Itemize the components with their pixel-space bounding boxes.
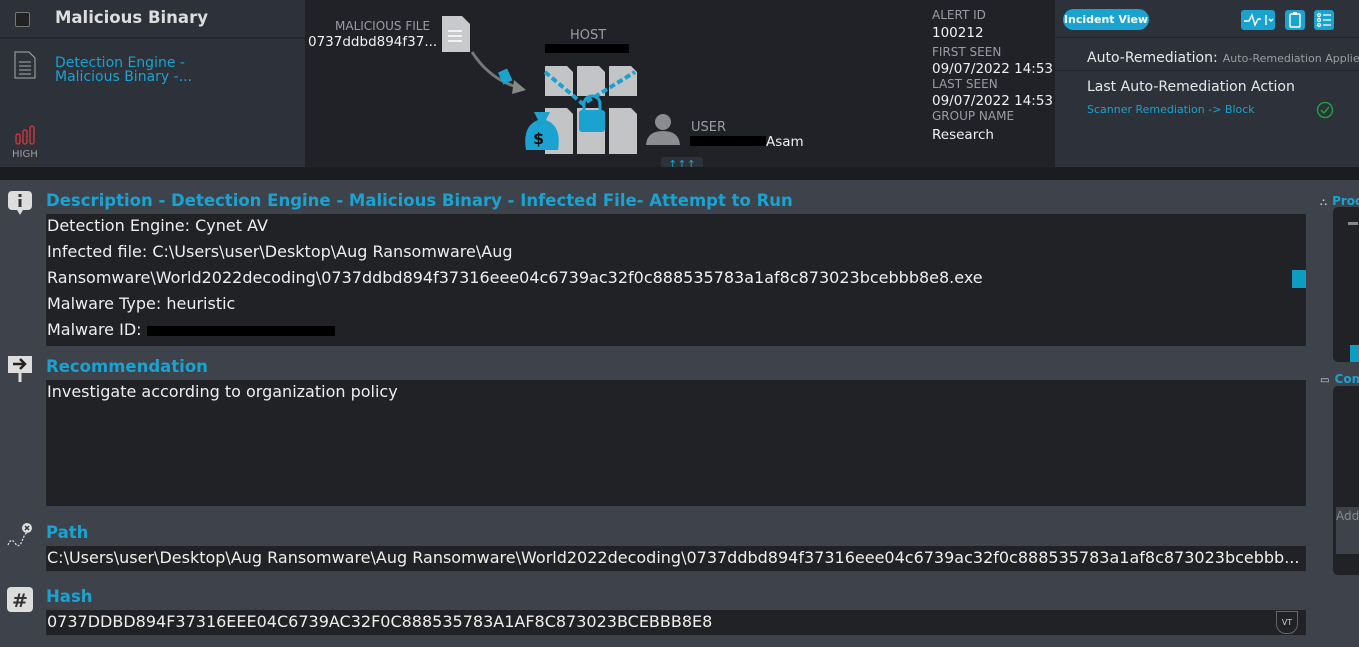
separator: [0, 167, 1359, 180]
process-tree-icon: ⛬: [1320, 197, 1327, 208]
process-tree-box: [1333, 207, 1359, 362]
comment-icon: ▭: [1320, 375, 1330, 386]
infection-arrow-icon: [470, 51, 526, 94]
alert-summary-panel: Malicious Binary Detection Engine - Mali…: [0, 0, 305, 167]
malicious-file-label: MALICIOUS FILE: [335, 19, 431, 33]
incident-view-button[interactable]: Incident View: [1063, 9, 1149, 30]
user-label: USER: [691, 120, 727, 135]
comment-input[interactable]: Add: [1336, 507, 1359, 554]
group-name-label: GROUP NAME: [932, 109, 1015, 123]
malware-id-redacted: [146, 325, 335, 336]
path-text[interactable]: C:\Users\user\Desktop\Aug Ransomware\Aug…: [47, 546, 1306, 572]
hash-box: 0737DDBD894F37316EEE04C6739AC32F0C888535…: [46, 610, 1306, 635]
recommendation-icon: [8, 356, 32, 382]
svg-text:$: $: [533, 129, 544, 148]
description-line: Malware ID:: [47, 318, 1306, 344]
auto-remediation-label: Auto-Remediation:: [1087, 50, 1218, 66]
path-box: C:\Users\user\Desktop\Aug Ransomware\Aug…: [46, 546, 1306, 571]
checklist-button[interactable]: [1314, 10, 1334, 30]
description-box: Detection Engine: Cynet AV Infected file…: [46, 214, 1306, 346]
last-action-link[interactable]: Scanner Remediation -> Block: [1087, 103, 1255, 116]
alert-subtitle-link[interactable]: Detection Engine - Malicious Binary -...: [55, 56, 205, 84]
clipboard-icon: [1289, 12, 1301, 28]
recommendation-title: Recommendation: [46, 357, 208, 376]
host-value-redacted: [545, 44, 629, 53]
activity-pulse-icon: [1244, 13, 1274, 27]
hash-text[interactable]: 0737DDBD894F37316EEE04C6739AC32F0C888535…: [47, 610, 1306, 636]
user-value-redacted: [690, 136, 766, 146]
virustotal-label: VT: [1281, 618, 1293, 627]
hash-title: Hash: [46, 587, 93, 606]
scrollbar-thumb[interactable]: [1350, 345, 1359, 362]
host-label: HOST: [570, 28, 607, 43]
attack-flow-panel: MALICIOUS FILE 0737ddbd894f37... HOST $ …: [305, 0, 1055, 172]
description-line: Malware Type: heuristic: [47, 294, 236, 313]
user-value: Asam: [766, 134, 804, 150]
description-line: Infected file: C:\Users\user\Desktop\Aug…: [47, 242, 513, 261]
comments-box: Add: [1333, 386, 1359, 575]
checklist-icon: [1316, 12, 1331, 28]
info-icon: [8, 191, 32, 215]
malicious-file-value[interactable]: 0737ddbd894f37...: [308, 34, 437, 50]
description-line: Ransomware\World2022decoding\0737ddbd894…: [47, 268, 983, 287]
auto-remediation-value: Auto-Remediation Applied: [1222, 52, 1359, 65]
clipboard-button[interactable]: [1285, 10, 1305, 30]
comments-header: ▭ Com: [1320, 368, 1359, 387]
divider: [1055, 37, 1359, 38]
description-line: Detection Engine: Cynet AV: [47, 216, 268, 235]
comments-title: Com: [1334, 372, 1359, 386]
path-title: Path: [46, 523, 89, 542]
last-action-title: Last Auto-Remediation Action: [1087, 79, 1295, 95]
severity-label: HIGH: [12, 149, 38, 160]
alert-id-label: ALERT ID: [932, 8, 986, 22]
first-seen-value: 09/07/2022 14:53: [932, 61, 1054, 77]
description-title: Description - Detection Engine - Malicio…: [46, 191, 793, 210]
divider: [1055, 70, 1359, 71]
alert-title: Malicious Binary: [55, 8, 208, 27]
hash-icon: #: [7, 587, 33, 612]
activity-dropdown-button[interactable]: [1241, 10, 1275, 30]
alert-id-value: 100212: [932, 25, 984, 41]
svg-text:#: #: [12, 590, 28, 612]
minimize-icon[interactable]: [1348, 222, 1358, 225]
recommendation-box: Investigate according to organization po…: [46, 380, 1306, 506]
group-name-value: Research: [932, 127, 994, 143]
last-seen-label: LAST SEEN: [932, 77, 998, 91]
alert-meta: ALERT ID 100212 FIRST SEEN 09/07/2022 14…: [932, 8, 1053, 143]
path-icon: [7, 523, 32, 547]
auto-remediation-status: Auto-Remediation: Auto-Remediation Appli…: [1087, 47, 1359, 66]
process-tree-title: Proc: [1332, 194, 1359, 208]
malware-id-label: Malware ID:: [47, 320, 147, 339]
recommendation-text: Investigate according to organization po…: [47, 382, 398, 401]
ransomware-locked-files-icon: $: [525, 66, 637, 154]
last-seen-value: 09/07/2022 14:53: [932, 93, 1054, 109]
first-seen-label: FIRST SEEN: [932, 45, 1002, 59]
scrollbar-thumb[interactable]: [1292, 270, 1306, 288]
select-checkbox[interactable]: [15, 12, 30, 27]
remediation-panel: Incident View Auto-Remediation: Auto-Rem…: [1055, 0, 1359, 167]
file-icon: [442, 16, 470, 52]
user-avatar-icon: [646, 114, 680, 145]
virustotal-button[interactable]: VT: [1276, 611, 1298, 634]
severity-high-icon: [15, 125, 35, 145]
comment-placeholder: Add: [1336, 509, 1359, 523]
document-icon: [14, 51, 36, 79]
success-check-icon: [1316, 101, 1334, 119]
divider: [0, 37, 305, 39]
